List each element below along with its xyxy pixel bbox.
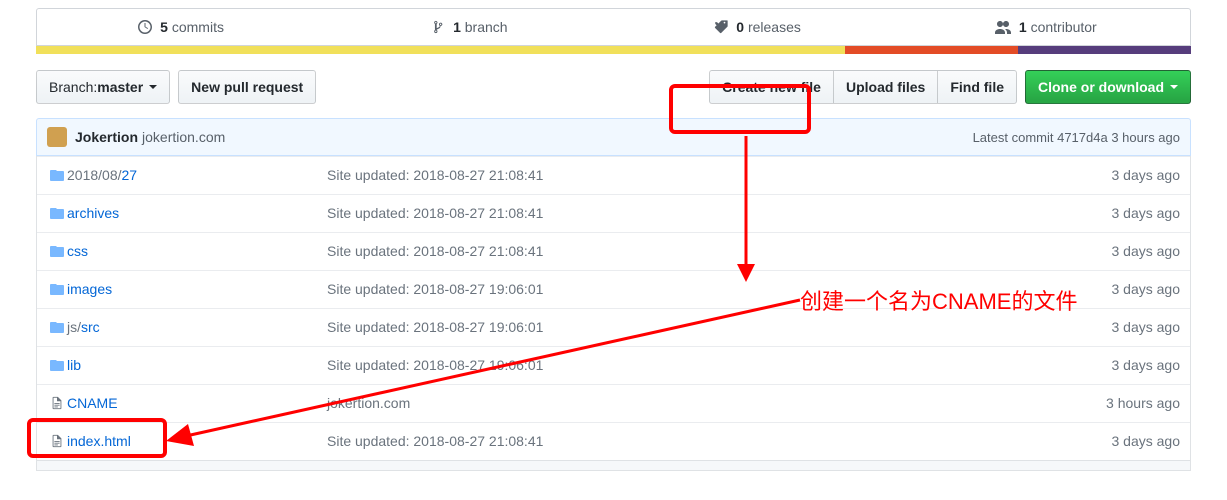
file-row: index.htmlSite updated: 2018-08-27 21:08… (37, 422, 1190, 460)
branches-stat[interactable]: 1 branch (325, 9, 613, 45)
file-name[interactable]: css (67, 241, 327, 262)
new-pull-request-button[interactable]: New pull request (178, 70, 316, 104)
file-row: 2018/08/27Site updated: 2018-08-27 21:08… (37, 156, 1190, 194)
commit-age-cell: 3 days ago (1050, 279, 1180, 300)
commit-message-cell[interactable]: Site updated: 2018-08-27 19:06:01 (327, 355, 1050, 376)
file-row: imagesSite updated: 2018-08-27 19:06:013… (37, 270, 1190, 308)
commit-message-cell[interactable]: Site updated: 2018-08-27 21:08:41 (327, 165, 1050, 186)
file-row: libSite updated: 2018-08-27 19:06:013 da… (37, 346, 1190, 384)
commit-age-cell: 3 hours ago (1050, 393, 1180, 414)
chevron-down-icon (149, 85, 157, 89)
chevron-down-icon (1170, 85, 1178, 89)
tag-icon (714, 20, 728, 34)
commit-age-cell: 3 days ago (1050, 431, 1180, 452)
commit-age-cell: 3 days ago (1050, 241, 1180, 262)
file-name[interactable]: js/src (67, 317, 327, 338)
history-icon (138, 20, 152, 34)
file-icon (47, 431, 67, 452)
clone-or-download-button[interactable]: Clone or download (1025, 70, 1191, 104)
file-list: 2018/08/27Site updated: 2018-08-27 21:08… (36, 156, 1191, 461)
latest-commit-info: Latest commit 4717d4a 3 hours ago (973, 130, 1180, 145)
commits-stat[interactable]: 5 commits (37, 9, 325, 45)
commit-author[interactable]: Jokertion (75, 129, 138, 145)
find-file-button[interactable]: Find file (937, 70, 1017, 104)
commit-message-cell[interactable]: Site updated: 2018-08-27 19:06:01 (327, 279, 1050, 300)
commit-age-cell: 3 days ago (1050, 317, 1180, 338)
commit-message[interactable]: jokertion.com (142, 129, 225, 145)
contributors-stat[interactable]: 1 contributor (902, 9, 1190, 45)
folder-icon (47, 355, 67, 376)
commit-age-cell: 3 days ago (1050, 203, 1180, 224)
releases-stat[interactable]: 0 releases (614, 9, 902, 45)
create-new-file-button[interactable]: Create new file (709, 70, 834, 104)
branch-select-button[interactable]: Branch: master (36, 70, 170, 104)
people-icon (995, 20, 1011, 34)
file-name[interactable]: lib (67, 355, 327, 376)
file-icon (47, 393, 67, 414)
repo-toolbar: Branch: master New pull request Create n… (36, 70, 1191, 104)
file-name[interactable]: archives (67, 203, 327, 224)
commit-age-cell: 3 days ago (1050, 355, 1180, 376)
commit-message-cell[interactable]: Site updated: 2018-08-27 21:08:41 (327, 203, 1050, 224)
file-name[interactable]: images (67, 279, 327, 300)
file-name[interactable]: CNAME (67, 393, 327, 414)
commit-message-cell[interactable]: jokertion.com (327, 393, 1050, 414)
folder-icon (47, 317, 67, 338)
file-row: archivesSite updated: 2018-08-27 21:08:4… (37, 194, 1190, 232)
repo-stats-bar: 5 commits 1 branch 0 releases 1 contribu… (36, 8, 1191, 46)
commit-message-cell[interactable]: Site updated: 2018-08-27 21:08:41 (327, 431, 1050, 452)
file-row: js/srcSite updated: 2018-08-27 19:06:013… (37, 308, 1190, 346)
folder-icon (47, 165, 67, 186)
commit-message-cell[interactable]: Site updated: 2018-08-27 21:08:41 (327, 241, 1050, 262)
folder-icon (47, 203, 67, 224)
file-row: CNAMEjokertion.com3 hours ago (37, 384, 1190, 422)
file-name[interactable]: 2018/08/27 (67, 165, 327, 186)
commit-sha[interactable]: 4717d4a (1057, 130, 1108, 145)
file-row: cssSite updated: 2018-08-27 21:08:413 da… (37, 232, 1190, 270)
file-actions-group: Create new file Upload files Find file (709, 70, 1017, 104)
file-list-footer (36, 461, 1191, 471)
upload-files-button[interactable]: Upload files (833, 70, 938, 104)
folder-icon (47, 279, 67, 300)
branch-icon (431, 20, 445, 34)
file-name[interactable]: index.html (67, 431, 327, 452)
avatar[interactable] (47, 127, 67, 147)
language-bar[interactable] (36, 46, 1191, 54)
folder-icon (47, 241, 67, 262)
commit-age-cell: 3 days ago (1050, 165, 1180, 186)
latest-commit-bar: Jokertion jokertion.com Latest commit 47… (36, 118, 1191, 156)
commit-message-cell[interactable]: Site updated: 2018-08-27 19:06:01 (327, 317, 1050, 338)
